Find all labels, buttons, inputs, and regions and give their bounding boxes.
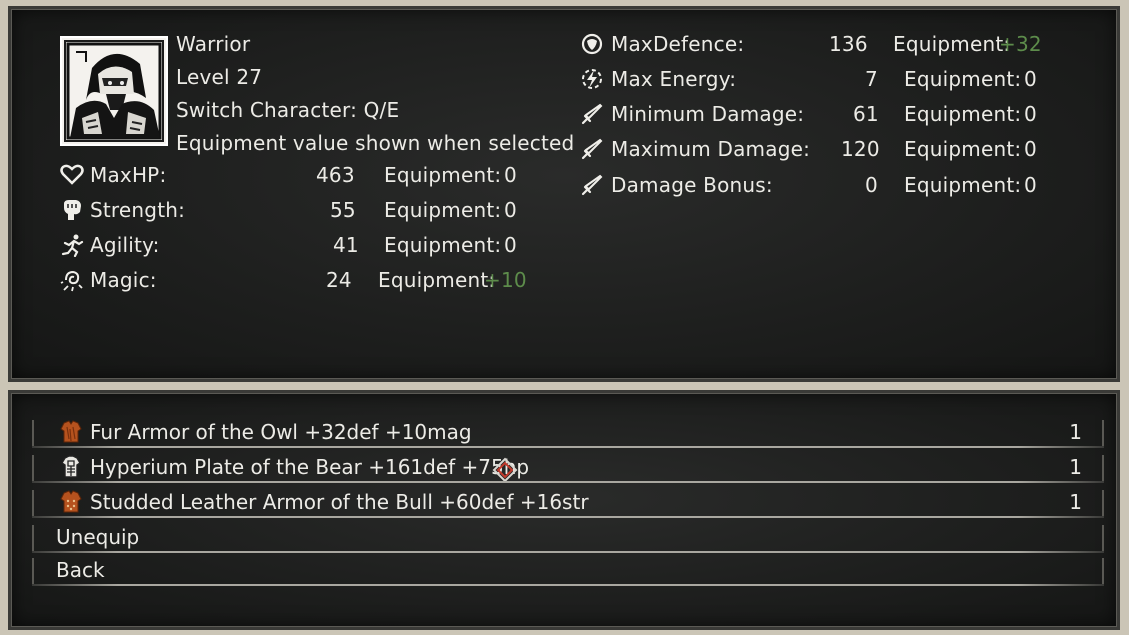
stat-value-mindamage: 61 (853, 102, 879, 126)
row-divider (32, 446, 1104, 448)
switch-character-hint: Switch Character: Q/E (176, 98, 400, 122)
stat-value-strength: 55 (330, 198, 356, 222)
stat-equip-value-maxdefence: +32 (999, 32, 1042, 56)
stat-value-damagebonus: 0 (865, 173, 878, 197)
sword-icon (581, 174, 603, 196)
row-divider (32, 516, 1104, 518)
stat-label-maxdamage: Maximum Damage: (611, 137, 811, 161)
stat-label-maxhp: MaxHP: (90, 163, 167, 187)
row-cap-left (32, 490, 34, 516)
character-name: Warrior (176, 32, 251, 56)
stat-label-magic: Magic: (90, 268, 157, 292)
stat-equip-label-strength: Equipment: (384, 198, 502, 222)
equipment-item-label: Studded Leather Armor of the Bull +60def… (90, 490, 589, 514)
unequip-label: Unequip (56, 525, 140, 549)
character-portrait (60, 36, 168, 146)
leather-armor-icon (60, 490, 82, 513)
equipment-item-count: 1 (1069, 490, 1082, 514)
equipment-item-fur-armor[interactable]: Fur Armor of the Owl +32def +10mag 1 (32, 418, 1104, 448)
magic-icon (60, 270, 83, 292)
row-cap-left (32, 455, 34, 481)
stat-value-magic: 24 (326, 268, 352, 292)
stat-equip-label-maxenergy: Equipment: (904, 67, 1022, 91)
stat-value-maxdefence: 136 (829, 32, 868, 56)
stat-equip-label-agility: Equipment: (384, 233, 502, 257)
stat-equip-label-damagebonus: Equipment: (904, 173, 1022, 197)
stat-equip-label-maxdefence: Equipment: (893, 32, 1011, 56)
stat-equip-value-maxdamage: 0 (1024, 137, 1037, 161)
stat-label-strength: Strength: (90, 198, 186, 222)
row-cap-right (1102, 455, 1104, 481)
stat-equip-value-maxhp: 0 (504, 163, 517, 187)
back-option[interactable]: Back (32, 556, 1104, 586)
row-divider (32, 551, 1104, 553)
equipment-item-hyperium-plate[interactable]: Hyperium Plate of the Bear +161def +75hp… (32, 453, 1104, 483)
equipment-item-label: Fur Armor of the Owl +32def +10mag (90, 420, 472, 444)
row-cap-right (1102, 490, 1104, 516)
stat-equip-value-mindamage: 0 (1024, 102, 1037, 126)
stat-equip-label-mindamage: Equipment: (904, 102, 1022, 126)
row-divider (32, 481, 1104, 483)
row-cap-left (32, 558, 34, 584)
stat-equip-value-magic: +10 (484, 268, 527, 292)
stat-label-maxenergy: Max Energy: (611, 67, 737, 91)
equipment-item-studded-leather[interactable]: Studded Leather Armor of the Bull +60def… (32, 488, 1104, 518)
equipment-item-label: Hyperium Plate of the Bear +161def +75hp (90, 455, 530, 479)
stat-equip-label-magic: Equipment: (378, 268, 496, 292)
row-cap-right (1102, 420, 1104, 446)
stat-equip-label-maxhp: Equipment: (384, 163, 502, 187)
warrior-portrait-image (62, 38, 166, 144)
cursor-icon (492, 457, 518, 483)
fur-armor-icon (60, 420, 82, 443)
heart-icon (60, 164, 84, 185)
row-cap-right (1102, 525, 1104, 551)
character-level: Level 27 (176, 65, 263, 89)
row-cap-right (1102, 558, 1104, 584)
row-cap-left (32, 420, 34, 446)
stat-equip-value-maxenergy: 0 (1024, 67, 1037, 91)
stat-label-agility: Agility: (90, 233, 160, 257)
stat-equip-label-maxdamage: Equipment: (904, 137, 1022, 161)
row-divider (32, 584, 1104, 586)
equipment-item-count: 1 (1069, 420, 1082, 444)
stat-value-maxhp: 463 (316, 163, 355, 187)
stat-equip-value-agility: 0 (504, 233, 517, 257)
row-cap-left (32, 525, 34, 551)
stat-value-agility: 41 (333, 233, 359, 257)
back-label: Back (56, 558, 105, 582)
running-icon (61, 234, 84, 257)
stat-value-maxdamage: 120 (841, 137, 880, 161)
equipment-hint: Equipment value shown when selected (176, 131, 575, 155)
stat-label-maxdefence: MaxDefence: (611, 32, 745, 56)
fist-icon (64, 200, 81, 220)
unequip-option[interactable]: Unequip (32, 523, 1104, 553)
shield-icon (581, 33, 603, 55)
stat-equip-value-damagebonus: 0 (1024, 173, 1037, 197)
stat-value-maxenergy: 7 (865, 67, 878, 91)
stat-label-mindamage: Minimum Damage: (611, 102, 805, 126)
sword-icon (581, 103, 603, 125)
plate-armor-icon (61, 455, 81, 478)
lightning-icon (582, 69, 602, 89)
stat-label-damagebonus: Damage Bonus: (611, 173, 773, 197)
sword-icon (581, 138, 603, 160)
equipment-item-count: 1 (1069, 455, 1082, 479)
stat-equip-value-strength: 0 (504, 198, 517, 222)
